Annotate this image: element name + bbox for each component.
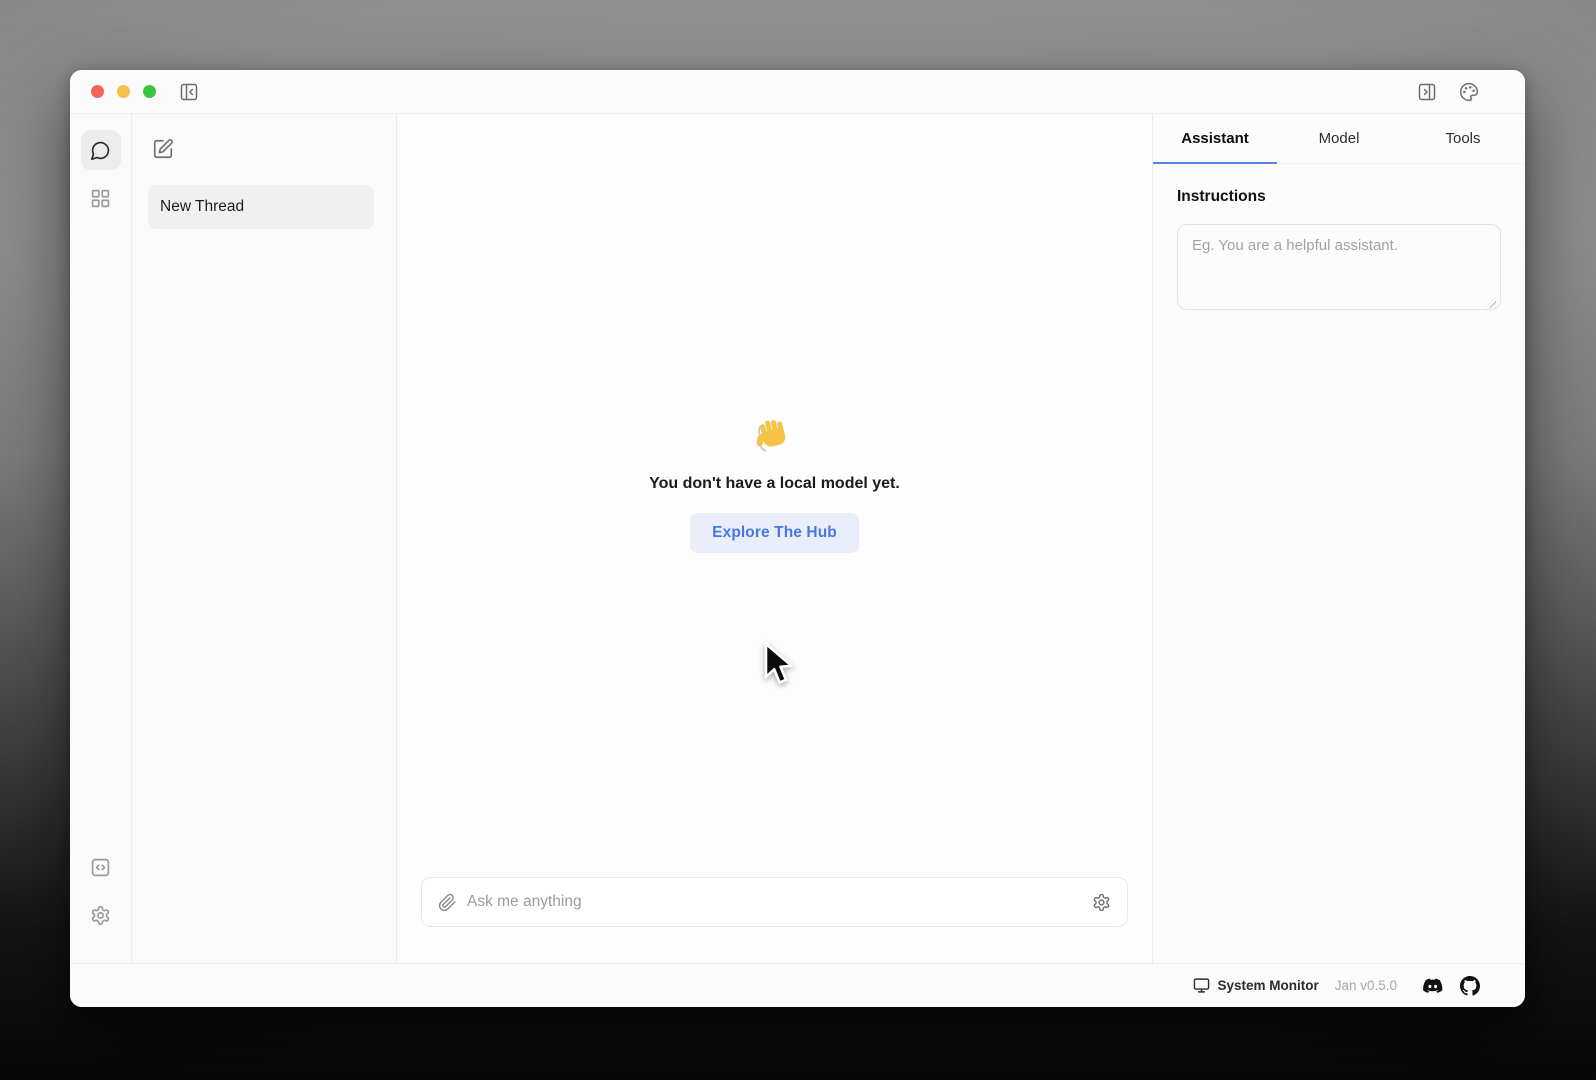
gear-icon: [90, 905, 111, 926]
app-body: New Thread: [70, 114, 1525, 963]
panel-tabs: Assistant Model Tools: [1153, 114, 1525, 164]
statusbar: System Monitor Jan v0.5.0: [70, 963, 1525, 1007]
monitor-icon: [1193, 977, 1210, 994]
thread-list-item[interactable]: New Thread: [148, 185, 374, 229]
instructions-field-wrap: [1177, 224, 1501, 315]
github-icon[interactable]: [1460, 976, 1480, 996]
new-thread-compose-icon[interactable]: [152, 138, 174, 160]
instructions-textarea[interactable]: [1177, 224, 1501, 310]
sidebar-item-chat[interactable]: [81, 130, 121, 170]
panel-left-collapse-icon[interactable]: [179, 82, 199, 102]
assistant-panel: Assistant Model Tools Instructions: [1152, 114, 1525, 963]
sidebar-item-settings[interactable]: [81, 895, 121, 935]
titlebar: [70, 70, 1525, 114]
instructions-label: Instructions: [1177, 188, 1501, 206]
paperclip-icon[interactable]: [438, 893, 457, 912]
tab-assistant[interactable]: Assistant: [1153, 114, 1277, 163]
input-settings-gear-icon[interactable]: [1092, 893, 1111, 912]
theme-palette-icon[interactable]: [1459, 82, 1479, 102]
app-window: New Thread: [70, 70, 1525, 1007]
app-version-label: Jan v0.5.0: [1335, 978, 1397, 993]
system-monitor-button[interactable]: System Monitor: [1217, 978, 1318, 993]
tab-tools[interactable]: Tools: [1401, 114, 1525, 163]
sidebar-rail: [70, 114, 132, 963]
code-square-icon: [90, 857, 111, 878]
statusbar-social-links: [1423, 976, 1480, 996]
explore-hub-button[interactable]: Explore The Hub: [690, 513, 859, 553]
panel-right-toggle-icon[interactable]: [1417, 82, 1437, 102]
thread-list-panel: New Thread: [132, 114, 397, 963]
chat-area: You don't have a local model yet. Explor…: [397, 114, 1152, 963]
titlebar-right-actions: [1417, 82, 1479, 102]
thread-list-header: [132, 114, 396, 165]
message-input[interactable]: [467, 893, 1092, 911]
empty-state: You don't have a local model yet. Explor…: [397, 414, 1152, 553]
discord-icon[interactable]: [1423, 976, 1443, 996]
close-window-button[interactable]: [91, 85, 104, 98]
tab-model[interactable]: Model: [1277, 114, 1401, 163]
minimize-window-button[interactable]: [117, 85, 130, 98]
sidebar-item-hub[interactable]: [81, 178, 121, 218]
speech-bubble-icon: [90, 140, 111, 161]
sidebar-item-local-api-server[interactable]: [81, 847, 121, 887]
chat-input-bar[interactable]: [421, 877, 1128, 927]
traffic-lights: [91, 85, 156, 98]
zoom-window-button[interactable]: [143, 85, 156, 98]
thread-title: New Thread: [160, 198, 244, 216]
waving-hand-emoji: [752, 414, 798, 460]
grid-icon: [90, 188, 111, 209]
assistant-tab-content: Instructions: [1153, 164, 1525, 339]
empty-state-message: You don't have a local model yet.: [397, 475, 1152, 493]
